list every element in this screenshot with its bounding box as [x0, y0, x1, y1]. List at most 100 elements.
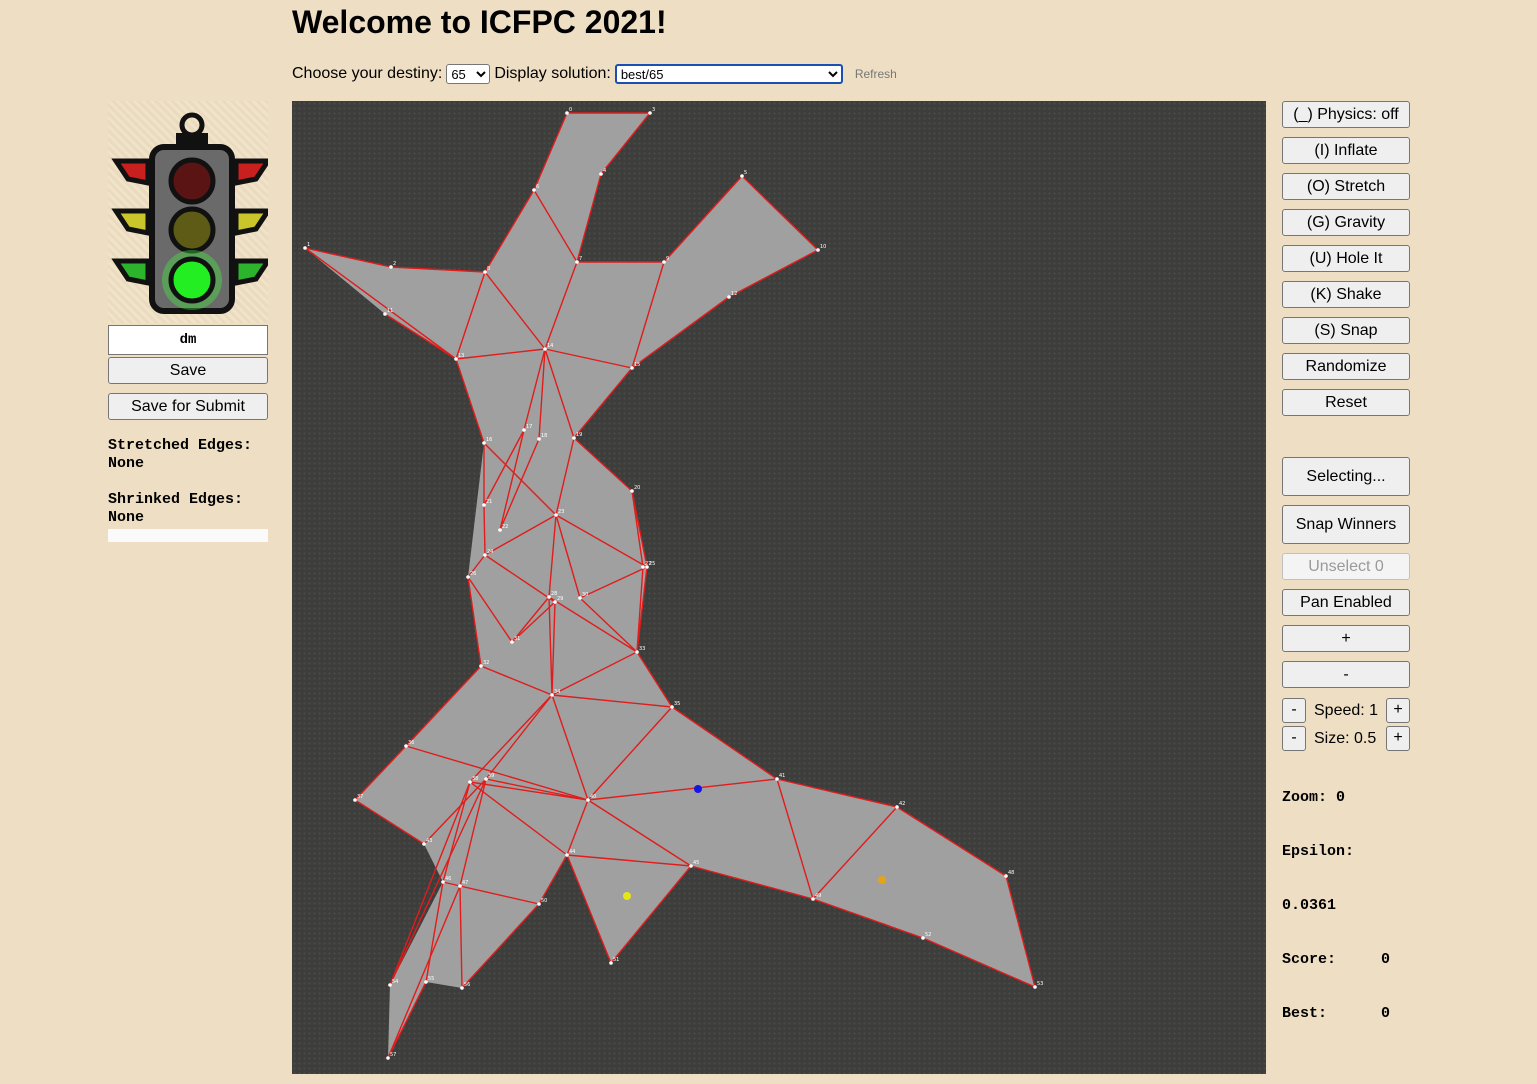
figure-edge — [483, 504, 486, 556]
inflate-button[interactable]: (I) Inflate — [1282, 137, 1410, 164]
speed-label: Speed: 1 — [1314, 702, 1379, 719]
vertex-label: 37 — [357, 794, 363, 800]
hole-it-button[interactable]: (U) Hole It — [1282, 245, 1410, 272]
refresh-link[interactable]: Refresh — [855, 67, 897, 81]
selecting-button[interactable]: Selecting... — [1282, 457, 1410, 496]
destiny-label: Choose your destiny: — [292, 65, 443, 82]
vertex-label: 18 — [541, 433, 547, 439]
size-decrease-button[interactable]: - — [1282, 726, 1306, 751]
vertex-label: 48 — [1008, 870, 1014, 876]
stats-panel: Zoom: 0 Epsilon: 0.0361 Score: 0 Best: 0 — [1282, 753, 1390, 1059]
vertex-label: 46 — [445, 876, 451, 882]
vertex-label: 43 — [426, 838, 432, 844]
vertex-label: 16 — [486, 437, 492, 443]
vertex-label: 5 — [744, 170, 747, 176]
vertex-label: 40 — [590, 794, 596, 800]
vertex-label: 13 — [458, 353, 464, 359]
shrinked-edges-info: Shrinked Edges: None — [108, 491, 268, 527]
vertex-label: 8 — [487, 266, 490, 272]
gravity-button[interactable]: (G) Gravity — [1282, 209, 1410, 236]
name-input[interactable]: dm — [108, 325, 268, 355]
vertex-label: 23 — [558, 509, 564, 515]
snap-winners-button[interactable]: Snap Winners — [1282, 505, 1410, 544]
score-readout: Score: 0 — [1282, 951, 1391, 968]
shrinked-edges-label: Shrinked Edges: — [108, 491, 244, 508]
vertex-label: 29 — [557, 596, 563, 602]
vertex-label: 4 — [603, 168, 606, 174]
size-increase-button[interactable]: + — [1386, 726, 1410, 751]
vertex-label: 7 — [579, 256, 582, 262]
vertex-label: 6 — [536, 184, 539, 190]
problem-canvas[interactable]: 0 1 2 3 4 5 6 7 8 9 10 11 12 13 14 15 16 17 18 19 20 21 22 23 24… — [292, 101, 1266, 1074]
vertex-label: 44 — [569, 849, 575, 855]
bonus-orange — [878, 876, 886, 884]
solution-select[interactable]: best/65 — [614, 64, 843, 84]
vertex-label: 31 — [514, 636, 520, 642]
vertex-label: 54 — [392, 979, 398, 985]
traffic-light-icon — [108, 101, 268, 323]
shake-button[interactable]: (K) Shake — [1282, 281, 1410, 308]
vertex-label: 33 — [639, 646, 645, 652]
vertex-label: 27 — [645, 561, 651, 567]
vertex-label: 21 — [486, 499, 492, 505]
vertex-label: 36 — [408, 740, 414, 746]
vertex-label: 42 — [899, 801, 905, 807]
vertex-label: 15 — [634, 362, 640, 368]
size-label: Size: 0.5 — [1314, 730, 1377, 747]
left-panel: dm Save Save for Submit Stretched Edges:… — [108, 101, 268, 542]
vertex-label: 51 — [613, 957, 619, 963]
vertex-label: 56 — [464, 982, 470, 988]
speed-increase-button[interactable]: + — [1386, 698, 1410, 723]
best-readout: Best: 0 — [1282, 1005, 1391, 1022]
save-button[interactable]: Save — [108, 357, 268, 384]
vertex-label: 12 — [731, 291, 737, 297]
bonus-blue — [694, 785, 702, 793]
problem-controls: Choose your destiny: 65 Display solution… — [292, 64, 897, 84]
stretched-edges-value: None — [108, 455, 145, 472]
epsilon-label: Epsilon: — [1282, 843, 1355, 860]
randomize-button[interactable]: Randomize — [1282, 353, 1410, 380]
save-for-submit-button[interactable]: Save for Submit — [108, 393, 268, 420]
unselect-button[interactable]: Unselect 0 — [1282, 553, 1410, 580]
stretched-edges-info: Stretched Edges: None — [108, 437, 268, 473]
vertex-label: 0 — [569, 107, 572, 113]
shrinked-edges-value: None — [108, 509, 145, 526]
figure-svg[interactable]: 01234 56789101112131415161718 192021222324… — [292, 101, 1266, 1074]
zoom-readout: Zoom: 0 — [1282, 789, 1346, 806]
vertex-label: 11 — [387, 308, 393, 314]
vertex-label: 55 — [428, 976, 434, 982]
vertex-label: 1 — [307, 242, 310, 248]
zoom-out-button[interactable]: - — [1282, 661, 1410, 688]
vertex-label: 39 — [488, 773, 494, 779]
edge-status-bar — [108, 529, 268, 542]
physics-toggle-button[interactable]: (_) Physics: off — [1282, 101, 1410, 128]
vertex-label: 45 — [693, 860, 699, 866]
vertex-label: 38 — [472, 776, 478, 782]
vertex-label: 57 — [390, 1052, 396, 1058]
vertex-label: 22 — [502, 524, 508, 530]
snap-button[interactable]: (S) Snap — [1282, 317, 1410, 344]
speed-decrease-button[interactable]: - — [1282, 698, 1306, 723]
vertex-label: 30 — [582, 592, 588, 598]
vertex-label: 3 — [652, 107, 655, 113]
vertex-label: 49 — [815, 893, 821, 899]
vertex-label: 52 — [925, 932, 931, 938]
destiny-select[interactable]: 65 — [446, 64, 491, 84]
vertex-label: 19 — [576, 432, 582, 438]
zoom-in-button[interactable]: + — [1282, 625, 1410, 652]
vertex-label: 53 — [1037, 981, 1043, 987]
bonus-yellow — [623, 892, 631, 900]
stretch-button[interactable]: (O) Stretch — [1282, 173, 1410, 200]
pan-enabled-button[interactable]: Pan Enabled — [1282, 589, 1410, 616]
vertex-label: 14 — [547, 343, 553, 349]
vertex-label: 41 — [779, 773, 785, 779]
stretched-edges-label: Stretched Edges: — [108, 437, 253, 454]
vertex-label: 26 — [470, 571, 476, 577]
vertex-label: 47 — [462, 880, 468, 886]
epsilon-value: 0.0361 — [1282, 897, 1337, 914]
vertex-label: 2 — [393, 261, 396, 267]
vertex-label: 17 — [526, 424, 532, 430]
reset-button[interactable]: Reset — [1282, 389, 1410, 416]
vertex-label: 9 — [666, 256, 669, 262]
vertex-label: 50 — [541, 898, 547, 904]
